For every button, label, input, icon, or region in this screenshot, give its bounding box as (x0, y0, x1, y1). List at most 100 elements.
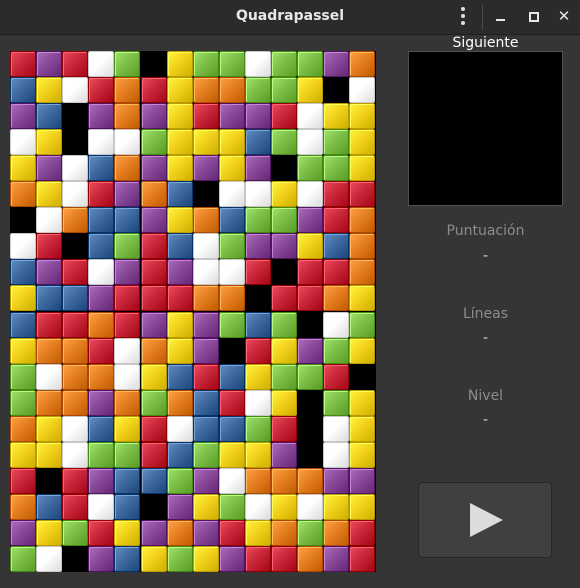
lines-label: Líneas (462, 306, 509, 322)
game-board[interactable] (10, 51, 376, 572)
board-cell (88, 545, 115, 572)
board-cell (10, 363, 36, 390)
board-cell (218, 51, 245, 77)
board-cell (192, 519, 219, 546)
board-cell (88, 415, 115, 442)
score-label: Puntuación (446, 223, 525, 239)
board-cell (192, 77, 219, 104)
board-cell (36, 51, 63, 77)
board-cell (166, 493, 193, 520)
board-cell (192, 51, 219, 77)
board-cell (349, 103, 376, 130)
board-cell (271, 129, 297, 156)
board-cell (244, 129, 271, 156)
board-cell (349, 155, 376, 182)
board-cell (192, 415, 219, 442)
board-cell (297, 467, 324, 494)
board-cell (297, 259, 324, 286)
play-button[interactable] (418, 482, 552, 558)
board-cell (88, 311, 115, 338)
board-cell (36, 337, 63, 364)
board-cell (192, 363, 219, 390)
board-cell (244, 337, 271, 364)
board-cell (140, 337, 167, 364)
board-cell (192, 467, 219, 494)
board-cell (244, 545, 271, 572)
board-cell (271, 493, 297, 520)
board-cell (218, 311, 245, 338)
board-cell (271, 51, 297, 77)
board-cell (36, 77, 63, 104)
board-cell (10, 285, 36, 312)
board-cell (140, 467, 167, 494)
board-cell (114, 285, 141, 312)
maximize-button[interactable] (523, 6, 545, 28)
board-cell (10, 155, 36, 182)
board-cell (323, 519, 350, 546)
board-cell (88, 441, 115, 468)
board-cell (140, 207, 167, 234)
board-cell (88, 155, 115, 182)
board-cell (88, 103, 115, 130)
board-cell (88, 519, 115, 546)
next-piece-label: Siguiente (452, 35, 519, 51)
board-cell (62, 493, 89, 520)
board-cell (297, 233, 324, 260)
board-cell (62, 207, 89, 234)
board-cell (114, 129, 141, 156)
board-cell (114, 311, 141, 338)
board-cell (349, 51, 376, 77)
menu-icon[interactable] (452, 4, 474, 28)
board-cell (192, 389, 219, 416)
minimize-button[interactable] (490, 6, 512, 28)
board-cell (192, 337, 219, 364)
board-cell (244, 155, 271, 182)
board-cell (297, 285, 324, 312)
board-cell (140, 389, 167, 416)
board-cell (36, 207, 63, 234)
board-cell (114, 233, 141, 260)
board-cell (244, 467, 271, 494)
board-cell (114, 259, 141, 286)
board-cell (140, 233, 167, 260)
board-cell (271, 545, 297, 572)
board-cell (166, 311, 193, 338)
board-cell (166, 207, 193, 234)
board-cell (140, 103, 167, 130)
board-cell (192, 493, 219, 520)
board-cell (166, 259, 193, 286)
board-cell (192, 129, 219, 156)
board-cell (36, 233, 63, 260)
board-cell (218, 77, 245, 104)
board-cell (218, 519, 245, 546)
board-cell (62, 415, 89, 442)
board-cell (88, 207, 115, 234)
title-bar: Quadrapassel ✕ (0, 0, 580, 35)
board-cell (114, 519, 141, 546)
board-cell (62, 259, 89, 286)
board-cell (349, 259, 376, 286)
board-cell (244, 493, 271, 520)
board-cell (271, 415, 297, 442)
board-cell (349, 181, 376, 208)
board-cell (10, 545, 36, 572)
board-cell (36, 259, 63, 286)
board-cell (349, 441, 376, 468)
board-cell (140, 155, 167, 182)
close-button[interactable]: ✕ (553, 6, 575, 28)
board-cell (62, 337, 89, 364)
board-cell (297, 363, 324, 390)
board-cell (244, 51, 271, 77)
board-cell (36, 181, 63, 208)
board-cell (114, 103, 141, 130)
board-cell (271, 103, 297, 130)
level-label: Nivel (467, 388, 504, 404)
board-cell (244, 103, 271, 130)
board-cell (114, 545, 141, 572)
board-cell (271, 311, 297, 338)
board-cell (62, 467, 89, 494)
score-value: - (482, 248, 489, 264)
next-piece-preview (408, 51, 563, 206)
board-cell (271, 181, 297, 208)
board-cell (244, 389, 271, 416)
